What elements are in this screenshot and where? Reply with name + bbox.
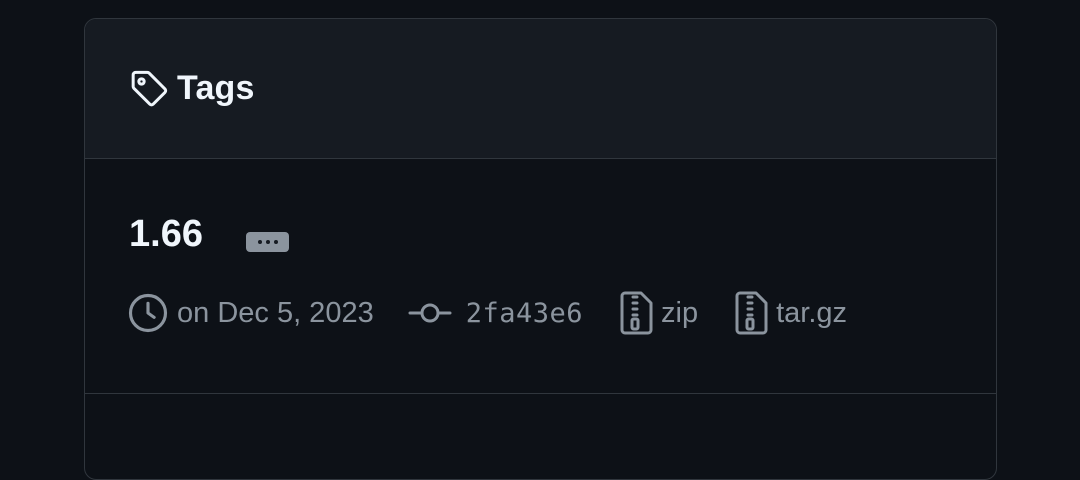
ellipsis-dot bbox=[257, 240, 262, 244]
more-options-button[interactable] bbox=[246, 232, 289, 252]
git-commit-icon bbox=[408, 299, 452, 327]
tag-name-link[interactable]: 1.66 bbox=[129, 213, 203, 256]
tag-meta: on Dec 5, 2023 2fa43e6 zip tar.gz bbox=[127, 291, 881, 335]
ellipsis-dot bbox=[265, 240, 270, 244]
targz-download-link[interactable]: tar.gz bbox=[732, 291, 847, 335]
file-zip-icon bbox=[732, 291, 768, 335]
commit-link[interactable]: 2fa43e6 bbox=[408, 298, 583, 329]
tag-date-text: on Dec 5, 2023 bbox=[177, 296, 374, 329]
clock-icon bbox=[127, 292, 169, 334]
ellipsis-dot bbox=[273, 240, 278, 244]
tag-date: on Dec 5, 2023 bbox=[127, 292, 374, 334]
tag-icon bbox=[129, 69, 169, 109]
page-title: Tags bbox=[177, 69, 255, 107]
tags-header: Tags bbox=[85, 19, 996, 159]
commit-sha: 2fa43e6 bbox=[465, 297, 583, 329]
file-zip-icon bbox=[617, 291, 653, 335]
targz-label: tar.gz bbox=[776, 296, 848, 329]
zip-download-link[interactable]: zip bbox=[617, 291, 698, 335]
tags-box: Tags 1.66 on Dec 5, 2023 2fa43e6 zip tar… bbox=[84, 18, 997, 480]
zip-label: zip bbox=[661, 296, 699, 329]
tag-row: 1.66 on Dec 5, 2023 2fa43e6 zip tar.gz bbox=[85, 159, 996, 394]
